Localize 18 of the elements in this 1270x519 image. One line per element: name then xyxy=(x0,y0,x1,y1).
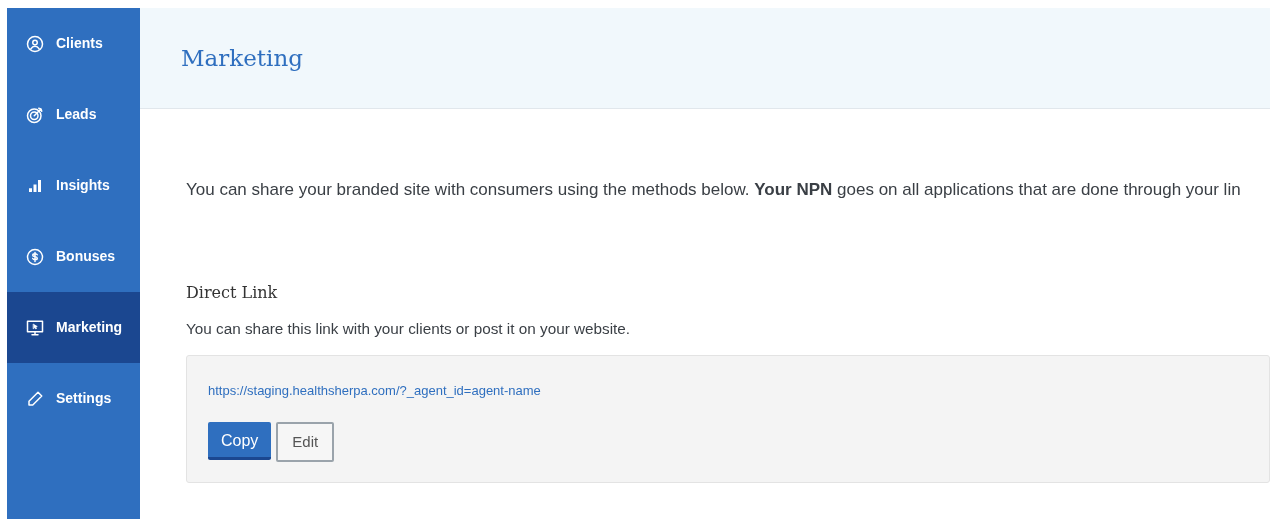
dollar-icon xyxy=(26,247,44,266)
copy-button[interactable]: Copy xyxy=(208,422,272,461)
page-title: Marketing xyxy=(181,43,303,73)
sidebar-item[interactable]: Insights xyxy=(7,150,140,221)
sidebar-item[interactable]: Bonuses xyxy=(7,221,140,292)
edit-button[interactable]: Edit xyxy=(276,422,335,463)
sidebar-item[interactable]: Settings xyxy=(7,363,140,434)
monitor-icon xyxy=(26,318,44,337)
intro-text: You can share your branded site with consumers using the methods below. Your NPN goes on all applications that are done through your lin xyxy=(186,179,1242,201)
sidebar-item[interactable]: Leads xyxy=(7,79,140,150)
target-icon xyxy=(26,105,44,124)
user-icon xyxy=(26,34,44,53)
section-heading: Direct Link xyxy=(186,281,279,304)
pencil-icon xyxy=(26,389,44,408)
sidebar-item[interactable]: Clients xyxy=(7,8,140,79)
sidebar-item[interactable]: Marketing xyxy=(7,292,140,363)
section-description: You can share this link with your clients or post it on your website. xyxy=(186,318,632,339)
share-link[interactable]: https://staging.healthsherpa.com/?_agent_id=agent-name xyxy=(208,383,541,399)
